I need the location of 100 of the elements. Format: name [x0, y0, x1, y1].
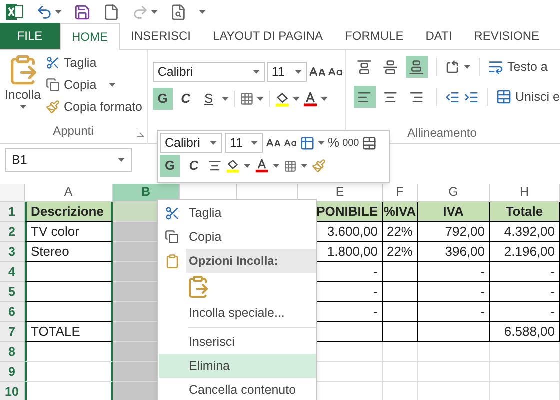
caret-icon[interactable] — [251, 141, 258, 145]
caret-icon[interactable] — [292, 97, 300, 101]
caret-icon[interactable] — [464, 65, 471, 69]
table-cell — [418, 362, 490, 382]
wrap-text-icon[interactable] — [488, 59, 504, 75]
caret-icon[interactable] — [108, 83, 116, 88]
row-header[interactable]: 1 — [0, 202, 25, 222]
center-align-icon[interactable] — [208, 159, 222, 173]
caret-icon[interactable] — [244, 164, 251, 168]
font-style-button[interactable]: C — [176, 88, 196, 110]
font-color-icon[interactable] — [302, 92, 318, 106]
caret-icon[interactable] — [301, 164, 308, 168]
row-header[interactable]: 4 — [0, 262, 25, 282]
clipboard-icon — [164, 254, 180, 268]
ribbon-tab[interactable]: DATI — [414, 23, 464, 49]
ribbon-tab[interactable]: LAYOUT DI PAGINA — [202, 23, 334, 49]
copy-icon[interactable] — [46, 78, 60, 92]
font-name-dropdown[interactable]: Calibri — [152, 62, 265, 82]
font-style-button[interactable]: G — [160, 155, 180, 177]
number-format-icon[interactable] — [300, 136, 315, 150]
ribbon-tab[interactable]: FILE — [0, 23, 60, 49]
text-align-icon[interactable] — [409, 90, 424, 104]
format-painter-icon[interactable] — [312, 159, 326, 173]
column-header[interactable]: F — [383, 184, 418, 202]
ribbon-tab[interactable]: REVISIONE — [463, 23, 551, 49]
font-size-dropdown[interactable]: 11 — [225, 133, 263, 153]
undo-icon[interactable] — [36, 4, 53, 20]
paste-button[interactable]: Incolla — [0, 54, 46, 122]
paintbrush-icon[interactable] — [46, 100, 60, 114]
text-align-icon[interactable] — [383, 90, 398, 104]
spreadsheet-logo-icon[interactable] — [6, 3, 24, 21]
merge-cells-icon[interactable] — [496, 89, 512, 105]
caret-icon[interactable] — [20, 104, 26, 109]
caret-icon[interactable] — [151, 10, 158, 14]
autofit-icon[interactable] — [362, 136, 378, 150]
table-cell: - — [490, 302, 560, 322]
vertical-align-icon[interactable] — [409, 60, 424, 74]
merge-button[interactable]: Unisci e — [496, 88, 560, 106]
caret-icon[interactable] — [210, 141, 217, 145]
save-icon[interactable] — [74, 4, 91, 20]
paste-text-icon[interactable] — [186, 275, 210, 299]
dialog-launcher-icon[interactable] — [136, 130, 144, 137]
ribbon-tab[interactable]: HOME — [60, 23, 120, 50]
ribbon-tab[interactable]: INSERISCI — [120, 23, 202, 49]
menu-item[interactable]: Elimina — [159, 354, 316, 378]
column-header[interactable]: B — [113, 184, 180, 202]
caret-icon[interactable] — [273, 164, 280, 168]
caret-icon[interactable] — [294, 70, 302, 74]
font-name-dropdown[interactable]: Calibri — [160, 133, 222, 153]
table-cell — [490, 342, 560, 362]
print-preview-icon[interactable] — [170, 4, 187, 20]
caret-icon[interactable] — [252, 70, 260, 74]
orientation-icon[interactable] — [444, 60, 460, 74]
percent-button[interactable]: % — [328, 133, 340, 153]
horizontal-align-button[interactable] — [354, 86, 376, 108]
row-header[interactable]: 8 — [0, 342, 25, 362]
caret-icon[interactable] — [55, 10, 62, 14]
caret-icon[interactable] — [320, 97, 328, 101]
name-box[interactable]: B1 — [5, 148, 132, 172]
thousands-button[interactable]: 000 — [342, 136, 360, 150]
row-header[interactable]: 2 — [0, 222, 25, 242]
font-style-button[interactable]: S — [198, 88, 219, 110]
caret-icon[interactable] — [118, 158, 125, 162]
font-style-button[interactable]: G — [152, 88, 173, 110]
font-color-icon[interactable] — [255, 159, 269, 173]
row-header[interactable]: 3 — [0, 242, 25, 262]
font-style-button[interactable]: C — [184, 155, 204, 177]
fill-color-icon[interactable] — [226, 159, 240, 173]
text-align-icon[interactable] — [357, 90, 372, 104]
column-header[interactable]: H — [490, 184, 560, 202]
row-header[interactable]: 6 — [0, 302, 25, 322]
new-file-icon[interactable] — [103, 4, 120, 20]
caret-icon[interactable] — [318, 141, 325, 145]
vertical-align-icon[interactable] — [383, 60, 398, 74]
row-header[interactable]: 5 — [0, 282, 25, 302]
column-header[interactable]: G — [418, 184, 490, 202]
vertical-align-icon[interactable] — [357, 60, 372, 74]
caret-icon[interactable] — [222, 97, 229, 101]
borders-icon[interactable] — [284, 160, 297, 172]
copy-icon — [165, 230, 179, 244]
menu-item[interactable]: Inserisci — [186, 330, 316, 354]
copy-button[interactable]: Copia — [46, 76, 143, 94]
caret-icon[interactable] — [256, 97, 264, 101]
font-size-dropdown[interactable]: 11 — [266, 62, 307, 82]
wrap-text-button[interactable]: Testo a — [488, 58, 548, 76]
column-header[interactable]: A — [25, 184, 113, 202]
row-header[interactable]: 9 — [0, 362, 25, 382]
caret-icon[interactable] — [199, 10, 206, 14]
row-header[interactable]: 7 — [0, 322, 25, 342]
vertical-align-button[interactable] — [406, 56, 428, 78]
decrease-indent-icon[interactable] — [444, 90, 460, 104]
format-painter-button[interactable]: Copia formato — [46, 98, 143, 116]
ribbon-tab[interactable]: FORMULE — [334, 23, 415, 49]
cut-button[interactable]: Taglia — [46, 54, 143, 73]
increase-indent-icon[interactable] — [464, 90, 479, 104]
menu-item[interactable]: Cancella contenuto — [186, 378, 316, 400]
row-header[interactable]: 10 — [0, 382, 25, 400]
borders-icon[interactable] — [240, 92, 254, 106]
fill-color-icon[interactable] — [274, 92, 290, 106]
scissors-icon[interactable] — [46, 56, 60, 70]
